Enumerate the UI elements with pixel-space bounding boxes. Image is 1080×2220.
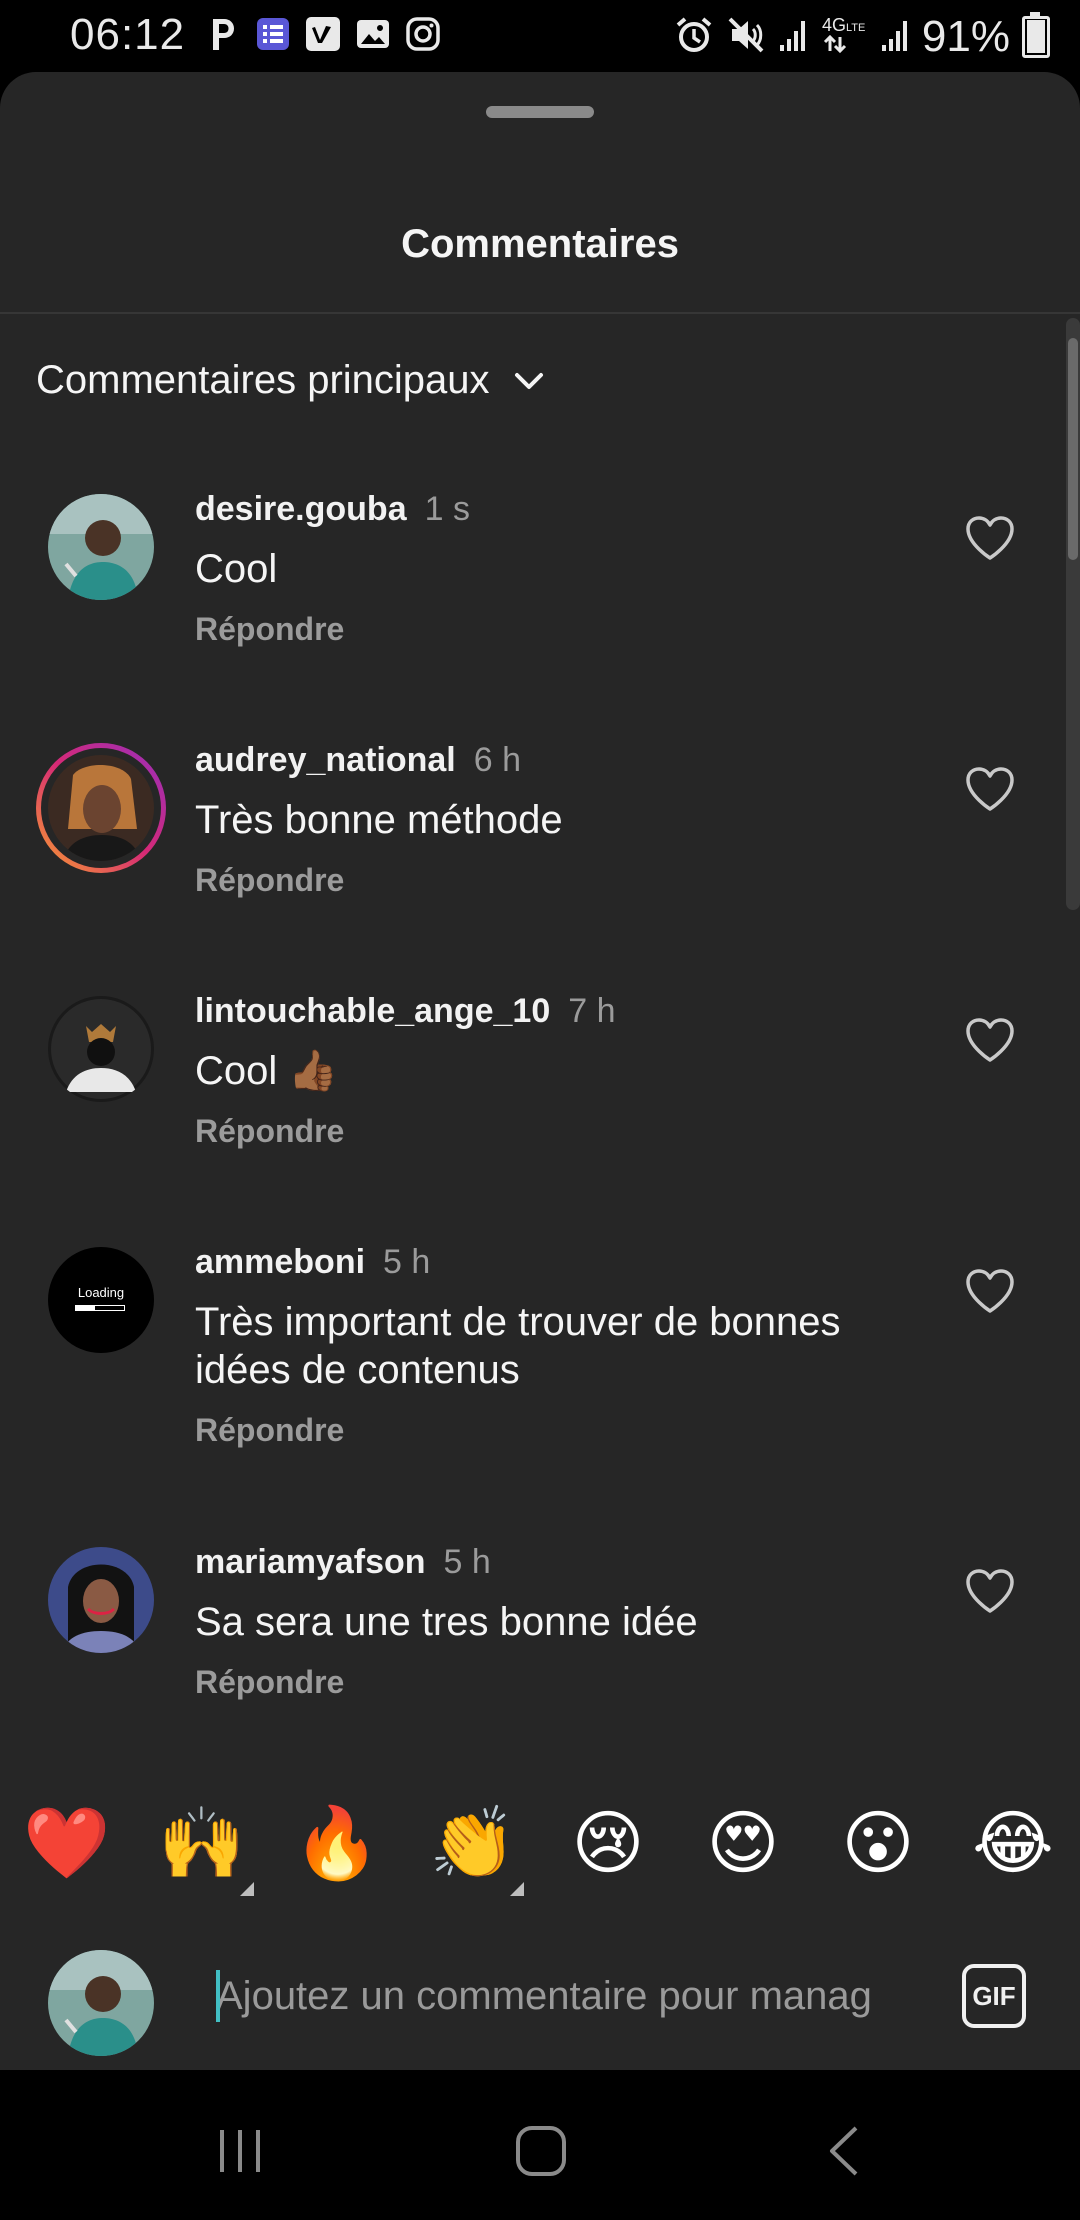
comment-username[interactable]: mariamyafson (195, 1543, 426, 1581)
navigation-bar (0, 2076, 1080, 2220)
tasks-icon (255, 16, 291, 52)
comment-composer: Ajoutez un commentaire pour manag GIF (0, 1920, 1080, 2070)
emoji-laughing-button[interactable]: 😂 (968, 1798, 1058, 1888)
comment-body: lintouchable_ange_10 7 h Cool 👍🏾 Répondre (195, 992, 905, 1150)
comment-input[interactable]: Ajoutez un commentaire pour manag (216, 1970, 916, 2022)
chevron-down-icon (514, 372, 543, 389)
scrollbar[interactable] (1066, 318, 1080, 910)
sheet-drag-handle[interactable] (486, 106, 594, 118)
avatar[interactable] (48, 996, 154, 1102)
status-bar: 06:12 4G LTE 91% (0, 0, 1080, 72)
skin-tone-indicator (510, 1882, 524, 1896)
emoji-surprised-button[interactable]: 😮 (833, 1798, 923, 1888)
emoji-heart-eyes-button[interactable]: 😍 (698, 1798, 788, 1888)
avatar[interactable] (36, 743, 166, 873)
comment-body: ammeboni 5 h Très important de trouver de… (195, 1243, 905, 1449)
svg-text:LTE: LTE (846, 22, 865, 34)
comment-text: Très bonne méthode (195, 798, 563, 842)
reply-button[interactable]: Répondre (195, 862, 905, 899)
emoji-crying-button[interactable]: 😢 (563, 1798, 653, 1888)
sheet-title: Commentaires (401, 222, 679, 266)
signal-icon (778, 17, 808, 58)
emoji-clap-button[interactable]: 👏 (428, 1798, 518, 1888)
battery-icon (1022, 12, 1050, 58)
signal-icon (880, 17, 910, 58)
reply-button[interactable]: Répondre (195, 1412, 905, 1449)
comment-username[interactable]: lintouchable_ange_10 (195, 992, 550, 1030)
gallery-icon (355, 16, 391, 52)
comment-header: lintouchable_ange_10 7 h (195, 992, 905, 1031)
comment-header: mariamyafson 5 h (195, 1543, 905, 1582)
comment-header: desire.gouba 1 s (195, 490, 905, 529)
battery-percent: 91% (921, 12, 1010, 61)
comment-text: Sa sera une tres bonne idée (195, 1600, 698, 1644)
status-right-icons: 4G LTE 91% (674, 12, 1050, 62)
comment-body: mariamyafson 5 h Sa sera une tres bonne i… (195, 1543, 905, 1701)
avatar[interactable]: Loading (48, 1247, 154, 1353)
avatar-loading-text: Loading (77, 1285, 125, 1300)
reply-button[interactable]: Répondre (195, 1664, 905, 1701)
reply-button[interactable]: Répondre (195, 611, 905, 648)
heart-icon[interactable] (964, 1267, 1016, 1315)
comment-header: ammeboni 5 h (195, 1243, 905, 1282)
comment-time: 1 s (424, 490, 470, 528)
comment-username[interactable]: audrey_national (195, 741, 456, 779)
comment-time: 6 h (473, 741, 522, 779)
home-icon[interactable] (514, 2124, 568, 2178)
comment-body: desire.gouba 1 s Cool Répondre (195, 490, 905, 648)
alarm-icon (674, 15, 714, 60)
skin-tone-indicator (240, 1882, 254, 1896)
scrollbar-thumb[interactable] (1068, 338, 1078, 560)
mute-icon (726, 15, 766, 60)
avatar[interactable] (48, 494, 154, 600)
comment-text: Cool 👍🏾 (195, 1049, 339, 1093)
loading-bar (75, 1305, 125, 1311)
back-icon[interactable] (824, 2124, 864, 2178)
comment-text: Cool (195, 547, 278, 591)
emoji-fire-button[interactable]: 🔥 (292, 1798, 382, 1888)
svg-text:4G: 4G (822, 15, 846, 35)
text-caret (216, 1970, 220, 2022)
vimeo-icon (305, 16, 341, 52)
4g-lte-icon: 4G LTE (820, 15, 868, 60)
comment-time: 5 h (383, 1243, 431, 1281)
comment-username[interactable]: ammeboni (195, 1243, 365, 1281)
recent-apps-icon[interactable] (214, 2126, 266, 2176)
comment-username[interactable]: desire.gouba (195, 490, 407, 528)
heart-icon[interactable] (964, 514, 1016, 562)
avatar[interactable] (48, 1950, 154, 2056)
comment-header: audrey_national 6 h (195, 741, 905, 780)
avatar[interactable] (48, 1547, 154, 1653)
comment-time: 7 h (568, 992, 616, 1030)
parking-icon (205, 16, 241, 52)
emoji-raised-hands-button[interactable]: 🙌 (157, 1798, 247, 1888)
heart-icon[interactable] (964, 1016, 1016, 1064)
divider (0, 312, 1080, 314)
heart-icon[interactable] (964, 765, 1016, 813)
emoji-reaction-bar: ❤️ 🙌 🔥 👏 😢 😍 😮 😂 (0, 1798, 1080, 1898)
comment-time: 5 h (443, 1543, 491, 1581)
comments-sheet: Commentaires Commentaires principaux des… (0, 72, 1080, 2070)
heart-icon[interactable] (964, 1567, 1016, 1615)
gif-button[interactable]: GIF (962, 1964, 1026, 2028)
comment-text: Très important de trouver de bonnes idée… (195, 1300, 841, 1392)
sort-dropdown[interactable]: Commentaires principaux (36, 358, 546, 403)
sort-label: Commentaires principaux (36, 358, 490, 402)
instagram-icon (405, 16, 441, 52)
emoji-heart-button[interactable]: ❤️ (22, 1798, 112, 1888)
comment-body: audrey_national 6 h Très bonne méthode Ré… (195, 741, 905, 899)
status-left-icons (205, 16, 441, 52)
status-time: 06:12 (70, 10, 186, 59)
reply-button[interactable]: Répondre (195, 1113, 905, 1150)
